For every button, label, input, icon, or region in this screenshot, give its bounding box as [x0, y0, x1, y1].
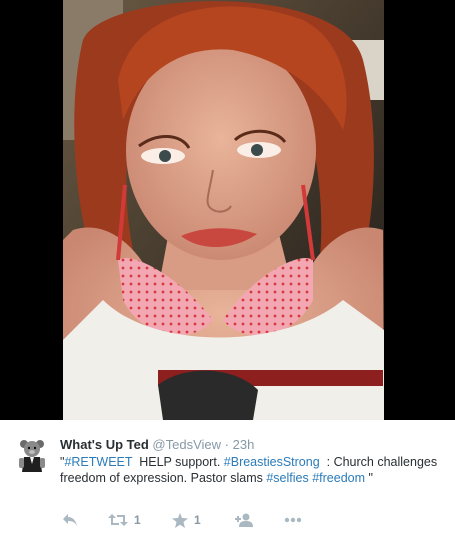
tweet-media[interactable]: [0, 0, 455, 420]
tweet-text-part: ": [365, 471, 373, 485]
reply-icon: [63, 514, 77, 526]
reply-button[interactable]: [62, 510, 78, 530]
more-icon: [284, 517, 302, 523]
tweet-text-part: HELP support.: [132, 455, 224, 469]
display-name[interactable]: What's Up Ted: [60, 437, 149, 452]
separator: ·: [224, 437, 229, 452]
follow-button[interactable]: [235, 510, 253, 530]
favorite-count: 1: [194, 513, 201, 527]
hashtag-freedom[interactable]: #freedom: [312, 471, 365, 485]
photo-illustration: [63, 0, 384, 420]
user-handle[interactable]: @TedsView: [152, 437, 221, 452]
hashtag-breastiesstrong[interactable]: #BreastiesStrong: [224, 455, 320, 469]
retweet-icon: [108, 514, 128, 526]
star-icon: [172, 512, 188, 528]
tweet-header: What's Up Ted @TedsView · 23h: [60, 436, 445, 453]
tweet: What's Up Ted @TedsView · 23h " #RETWEET …: [0, 420, 455, 537]
add-user-icon: [235, 513, 253, 527]
tweet-photo[interactable]: [63, 0, 384, 420]
tweet-text: " #RETWEET HELP support. #BreastiesStrong…: [60, 454, 445, 486]
avatar[interactable]: [15, 438, 49, 472]
retweet-count: 1: [134, 513, 141, 527]
timestamp[interactable]: 23h: [233, 437, 255, 452]
tweet-actions: 1 1: [60, 510, 440, 530]
teddy-bear-avatar-icon: [15, 438, 49, 472]
tweet-content: What's Up Ted @TedsView · 23h " #RETWEET …: [60, 436, 445, 486]
retweet-button[interactable]: 1: [108, 510, 141, 530]
hashtag-retweet[interactable]: #RETWEET: [64, 455, 132, 469]
favorite-button[interactable]: 1: [172, 510, 201, 530]
more-button[interactable]: [284, 510, 302, 530]
hashtag-selfies[interactable]: #selfies: [266, 471, 308, 485]
